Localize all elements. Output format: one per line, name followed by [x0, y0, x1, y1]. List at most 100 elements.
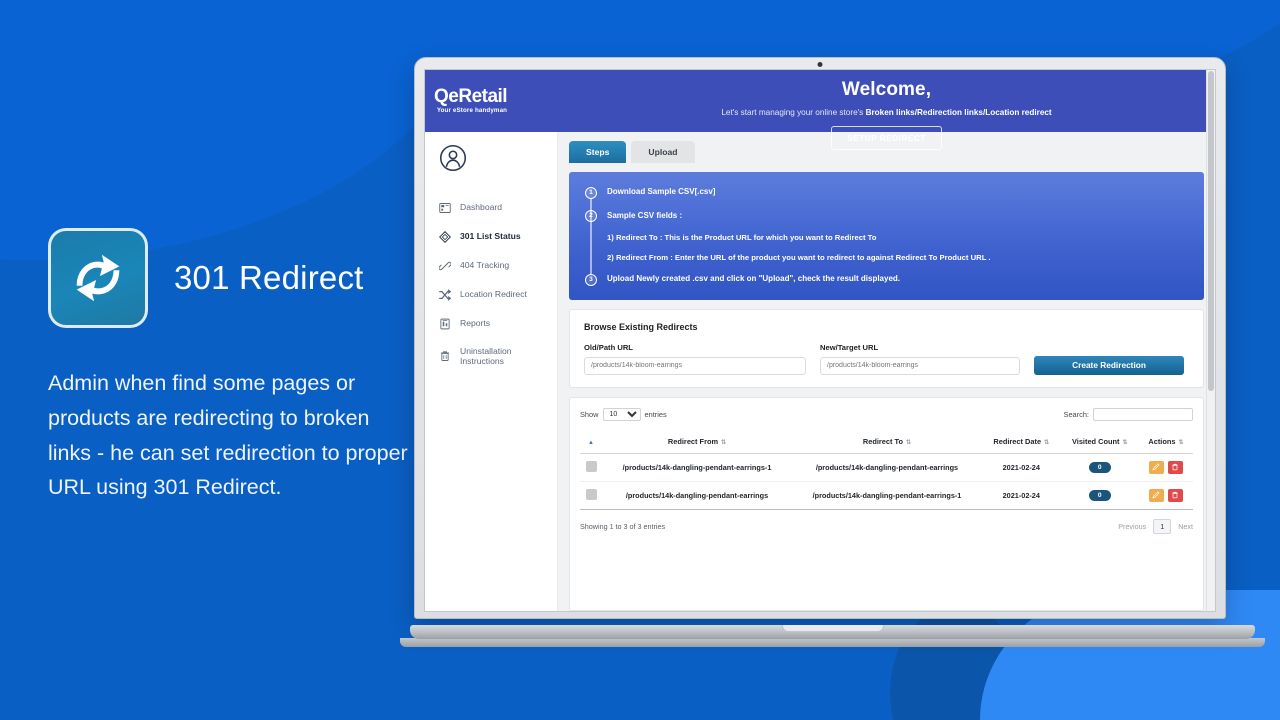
column-header-redirect-to[interactable]: Redirect To ⇅ — [791, 432, 982, 454]
sidebar-item-reports[interactable]: Reports — [425, 309, 557, 338]
welcome-subtitle-plain: Let's start managing your online store's — [721, 108, 866, 117]
app-body: Dashboard 301 List Status 404 Tracking L… — [425, 132, 1215, 611]
edit-icon[interactable] — [1148, 488, 1164, 502]
welcome-subtitle-bold: Broken links/Redirection links/Location … — [865, 108, 1052, 117]
steps-panel: 1 Download Sample CSV[.csv] 2 Sample CSV… — [569, 172, 1204, 300]
edit-icon[interactable] — [1148, 460, 1164, 474]
cell-visited-count: 0 — [1060, 453, 1139, 482]
app-logo[interactable]: QeRetail Your eStore handyman — [434, 86, 508, 114]
promo-description: Admin when find some pages or products a… — [48, 371, 408, 500]
brand-bar: QeRetail Your eStore handyman — [425, 70, 558, 132]
row-checkbox-cell — [580, 481, 602, 510]
old-path-url-input[interactable] — [584, 356, 806, 375]
entries-label: entries — [644, 409, 667, 419]
sidebar-item-uninstallation-instructions[interactable]: Uninstallation Instructions — [425, 338, 557, 375]
column-label: Redirect To — [862, 436, 904, 446]
row-actions — [1144, 460, 1188, 474]
page-scrollbar[interactable] — [1206, 70, 1215, 611]
browse-redirects-title: Browse Existing Redirects — [584, 321, 698, 332]
show-entries-control: Show 10 25 50 100 entries — [580, 407, 667, 421]
cell-actions — [1138, 481, 1193, 510]
cell-actions — [1138, 453, 1193, 482]
pagination: Previous 1 Next — [1118, 518, 1193, 534]
user-circle-icon[interactable] — [439, 144, 557, 177]
cell-redirect-to: /products/14k-dangling-pendant-earrings-… — [791, 481, 982, 510]
sidebar-item-dashboard[interactable]: Dashboard — [425, 193, 557, 222]
webcam-icon — [817, 62, 823, 67]
new-target-url-input[interactable] — [820, 356, 1020, 375]
row-checkbox[interactable] — [585, 488, 597, 500]
pagination-next[interactable]: Next — [1178, 522, 1193, 531]
redirects-table-card: Show 10 25 50 100 entries — [569, 396, 1204, 611]
pagination-previous[interactable]: Previous — [1118, 522, 1146, 531]
welcome-subtitle: Let's start managing your online store's… — [558, 108, 1215, 117]
tab-steps[interactable]: Steps — [569, 141, 627, 163]
sidebar-item-label: 301 List Status — [460, 231, 521, 242]
show-label: Show — [580, 409, 599, 419]
page-root: 301 Redirect Admin when find some pages … — [0, 0, 1280, 720]
trash-icon[interactable] — [1167, 488, 1183, 502]
step-text: Sample CSV fields : — [607, 210, 683, 220]
browse-redirects-card: Browse Existing Redirects Old/Path URL N… — [569, 308, 1204, 388]
cell-redirect-from: /products/14k-dangling-pendant-earrings — [602, 481, 792, 510]
search-input[interactable] — [1093, 407, 1193, 421]
table-header-row: ▲ Redirect From ⇅ Redirect To ⇅ Redirect D… — [580, 432, 1193, 454]
dashboard-icon — [438, 201, 451, 214]
old-url-label: Old/Path URL — [584, 342, 633, 352]
logo-text: QeRetail — [434, 86, 508, 108]
column-header-actions[interactable]: Actions ⇅ — [1138, 432, 1193, 454]
step-item-3: 3 Upload Newly created .csv and click on… — [585, 273, 1186, 286]
sort-icon: ⇅ — [1178, 439, 1184, 446]
laptop-base-shadow — [400, 638, 1265, 647]
pagination-page-1[interactable]: 1 — [1153, 518, 1172, 534]
cell-redirect-to: /products/14k-dangling-pendant-earrings — [791, 453, 982, 482]
row-checkbox[interactable] — [585, 460, 597, 472]
sidebar-item-label: 404 Tracking — [460, 260, 510, 271]
sidebar-item-label: Uninstallation Instructions — [460, 346, 512, 367]
search-control: Search: — [1064, 407, 1193, 421]
visited-count-badge: 0 — [1088, 489, 1111, 501]
sidebar-item-404-tracking[interactable]: 404 Tracking — [425, 251, 557, 280]
step-item-2: 2 Sample CSV fields : — [585, 210, 1186, 222]
laptop-screen: QeRetail Your eStore handyman Welcome, L… — [424, 69, 1216, 612]
column-header-redirect-date[interactable]: Redirect Date ⇅ — [981, 432, 1061, 454]
scrollbar-thumb[interactable] — [1208, 71, 1214, 391]
promo-title: 301 Redirect — [174, 259, 364, 296]
trash-icon[interactable] — [1167, 460, 1183, 474]
column-label: Redirect From — [667, 436, 719, 446]
table-row[interactable]: /products/14k-dangling-pendant-earrings-… — [580, 453, 1193, 482]
laptop-lid: QeRetail Your eStore handyman Welcome, L… — [414, 57, 1226, 619]
create-redirection-button[interactable]: Create Redirection — [1034, 355, 1184, 375]
sort-icon: ⇅ — [906, 439, 912, 446]
column-header-select[interactable]: ▲ — [580, 432, 602, 454]
sidebar-item-location-redirect[interactable]: Location Redirect — [425, 280, 557, 309]
column-header-redirect-from[interactable]: Redirect From ⇅ — [602, 432, 792, 454]
welcome-banner: Welcome, Let's start managing your onlin… — [558, 70, 1215, 150]
app-header-row: QeRetail Your eStore handyman Welcome, L… — [425, 70, 1215, 150]
promo-panel: 301 Redirect Admin when find some pages … — [48, 228, 418, 505]
entries-per-page-select[interactable]: 10 25 50 100 — [602, 407, 641, 421]
row-actions — [1144, 488, 1188, 502]
broken-link-icon — [438, 259, 451, 272]
column-header-visited-count[interactable]: Visited Count ⇅ — [1060, 432, 1139, 454]
tab-bar: Steps Upload — [569, 141, 1204, 163]
shuffle-icon — [438, 288, 451, 301]
sidebar-item-label: Location Redirect — [460, 289, 527, 300]
new-url-field-group: New/Target URL — [820, 343, 1020, 375]
sidebar-item-301-list-status[interactable]: 301 List Status — [425, 222, 557, 251]
step-item-1: 1 Download Sample CSV[.csv] — [585, 186, 1186, 199]
column-label: Actions — [1148, 436, 1176, 446]
old-url-field-group: Old/Path URL — [584, 343, 806, 375]
table-row[interactable]: /products/14k-dangling-pendant-earrings … — [580, 481, 1193, 510]
trash-icon — [438, 350, 451, 363]
step-number: 1 — [585, 186, 597, 199]
cell-redirect-date: 2021-02-24 — [981, 481, 1061, 510]
main-content: Steps Upload 1 Download Sample CSV[.csv] — [558, 132, 1215, 611]
sort-icon: ⇅ — [1122, 439, 1128, 446]
redirects-table: ▲ Redirect From ⇅ Redirect To ⇅ Redirect D… — [580, 432, 1193, 510]
promo-header: 301 Redirect — [48, 228, 418, 328]
app-window: QeRetail Your eStore handyman Welcome, L… — [425, 70, 1215, 611]
sort-icon: ⇅ — [721, 439, 727, 446]
tab-upload[interactable]: Upload — [631, 141, 695, 163]
step-substep-1: 1) Redirect To : This is the Product URL… — [607, 233, 877, 242]
